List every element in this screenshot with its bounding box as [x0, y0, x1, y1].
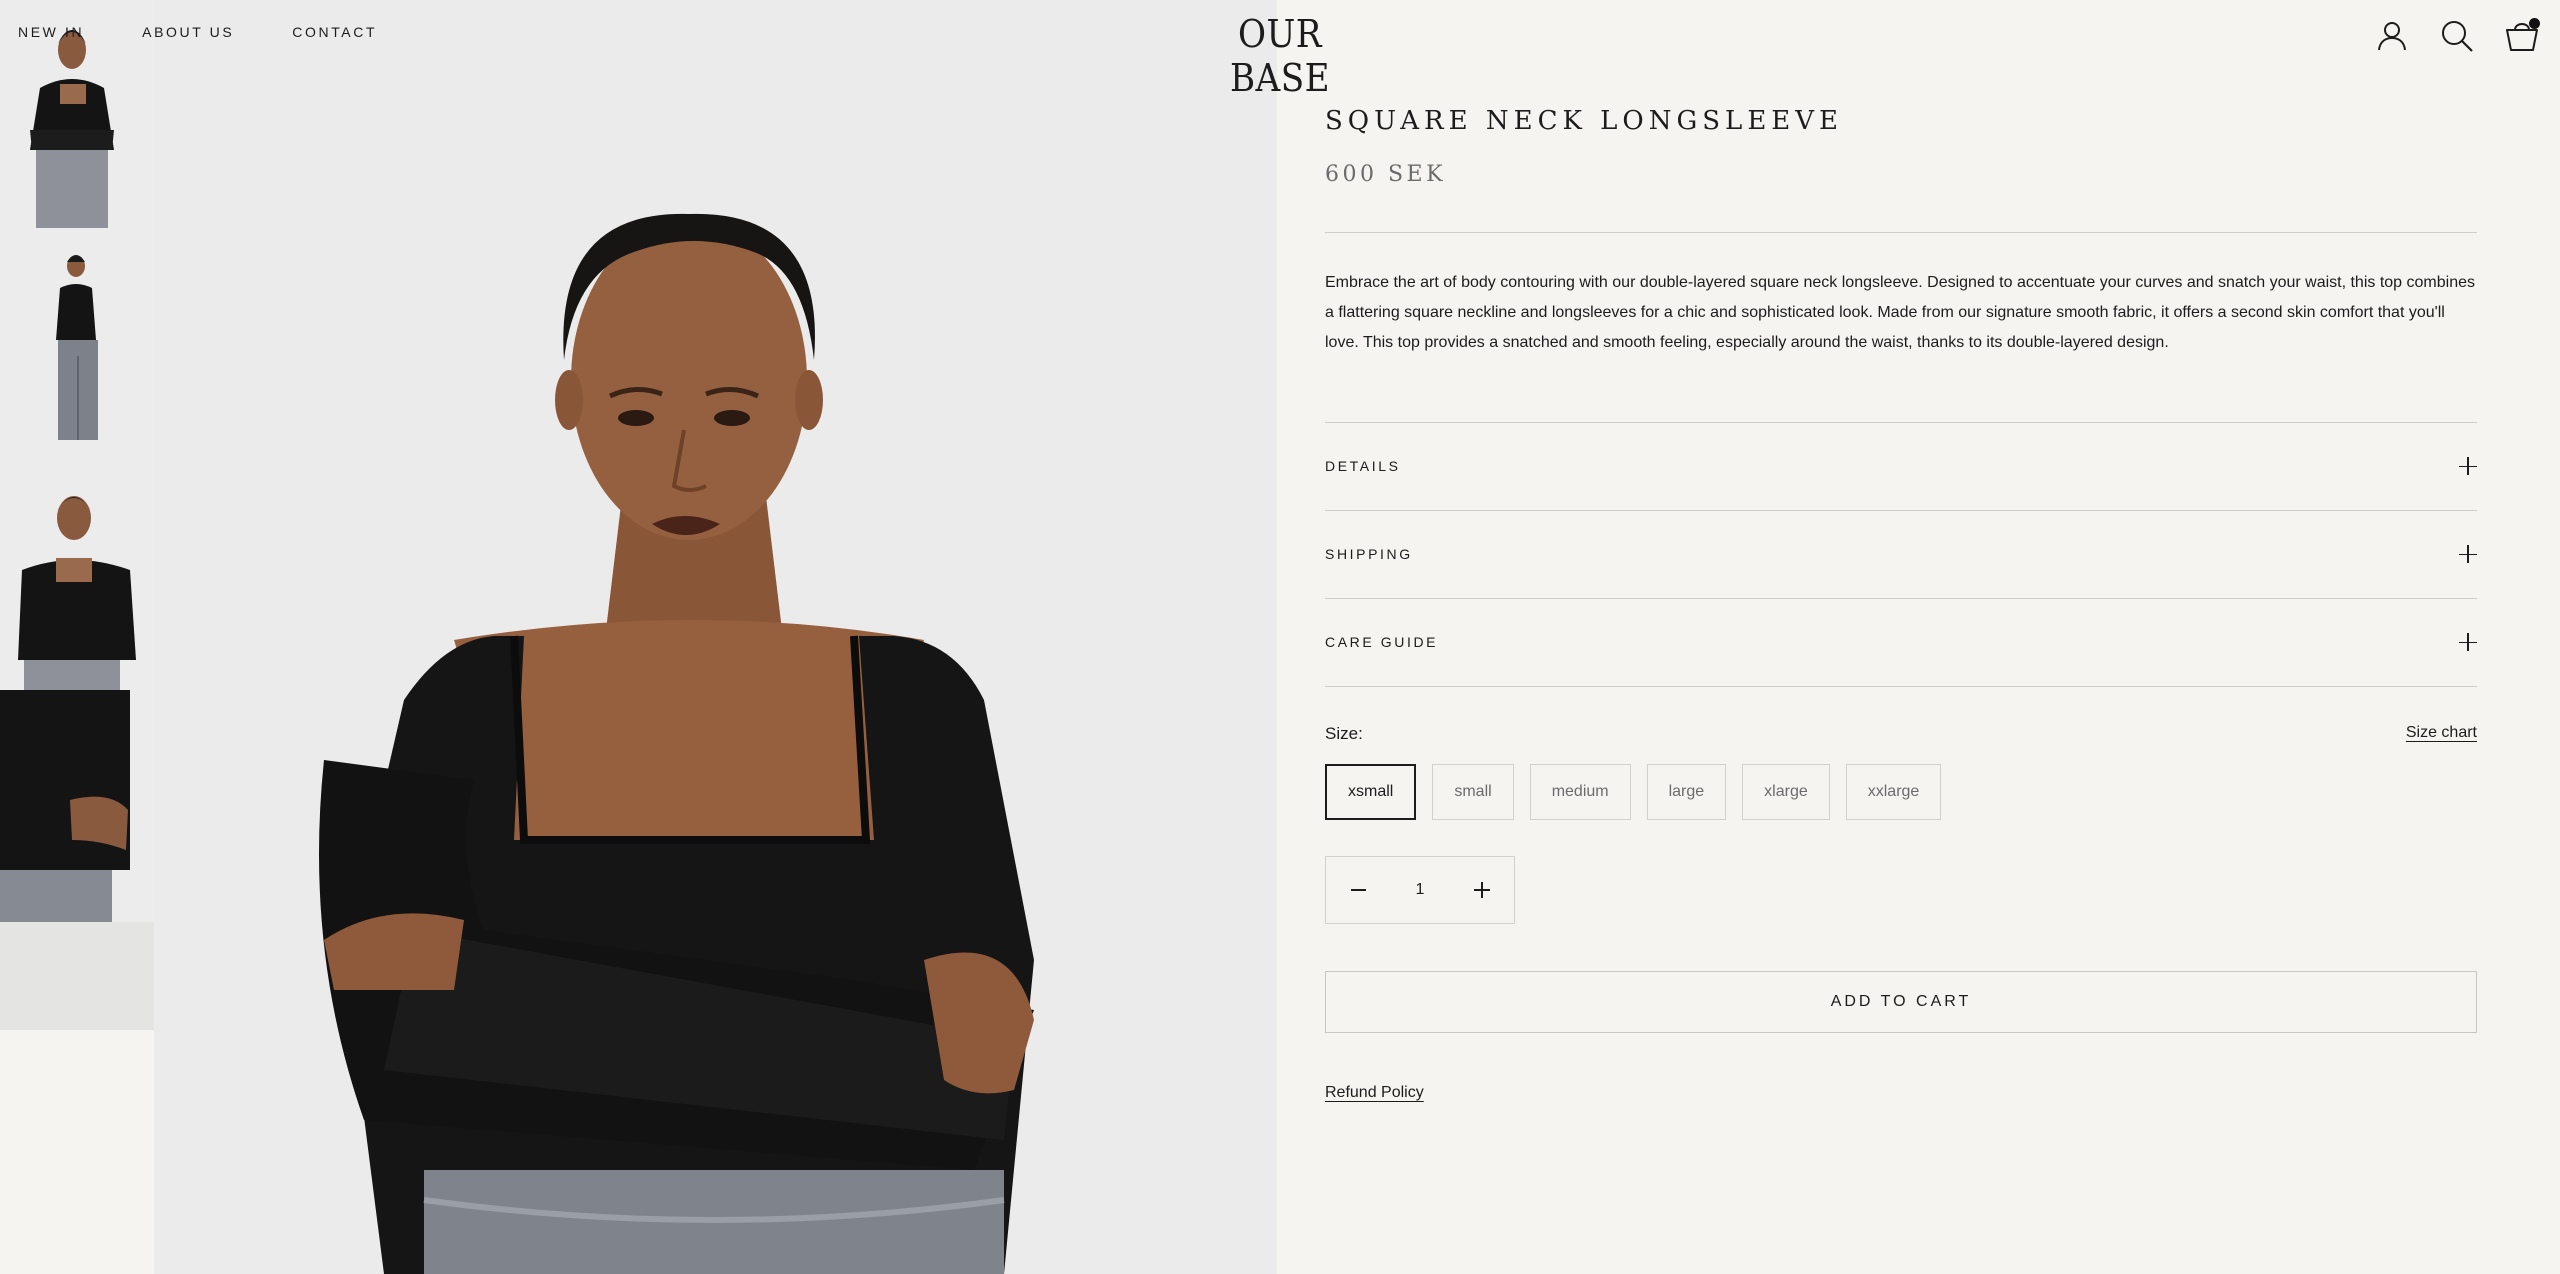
accordion-shipping-label: SHIPPING — [1325, 546, 1413, 562]
product-price: 600 SEK — [1325, 162, 1447, 187]
size-option-medium[interactable]: medium — [1529, 764, 1631, 820]
site-header: NEW IN ABOUT US CONTACT OUR BASE — [0, 0, 2560, 100]
thumbnail-5[interactable] — [0, 922, 154, 1030]
size-option-xxlarge[interactable]: xxlarge — [1845, 764, 1942, 820]
accordion-details[interactable]: DETAILS — [1325, 422, 2477, 510]
plus-icon[interactable] — [2459, 457, 2477, 475]
main-product-image[interactable] — [154, 0, 1277, 1274]
product-title: SQUARE NECK LONGSLEEVE — [1325, 106, 1844, 136]
account-icon[interactable] — [2374, 18, 2410, 54]
thumbnail-3-image — [0, 460, 154, 690]
cart-icon[interactable] — [2504, 18, 2540, 54]
product-info: SQUARE NECK LONGSLEEVE 600 SEK Embrace t… — [1325, 0, 2477, 1274]
size-option-xsmall[interactable]: xsmall — [1325, 764, 1417, 820]
refund-policy-link[interactable]: Refund Policy — [1325, 1084, 1424, 1102]
size-option-xlarge[interactable]: xlarge — [1742, 764, 1830, 820]
divider — [1325, 232, 2477, 233]
thumbnail-4[interactable] — [0, 690, 154, 922]
accordion-care-guide-label: CARE GUIDE — [1325, 634, 1439, 650]
quantity-input[interactable] — [1390, 881, 1450, 899]
main-nav: NEW IN ABOUT US CONTACT — [18, 24, 377, 40]
size-label: Size: — [1325, 724, 1363, 743]
quantity-stepper — [1325, 856, 1515, 924]
plus-icon[interactable] — [2459, 545, 2477, 563]
brand-logo[interactable]: OUR BASE — [1199, 12, 1361, 100]
nav-about-us[interactable]: ABOUT US — [142, 24, 234, 40]
header-icons — [2374, 18, 2540, 54]
nav-contact[interactable]: CONTACT — [292, 24, 377, 40]
search-icon[interactable] — [2439, 18, 2475, 54]
cart-badge-dot — [2529, 18, 2540, 29]
minus-icon[interactable] — [1326, 857, 1390, 923]
thumbnail-strip — [0, 0, 154, 1274]
size-option-large[interactable]: large — [1646, 764, 1727, 820]
size-option-small[interactable]: small — [1432, 764, 1514, 820]
plus-icon[interactable] — [2459, 633, 2477, 651]
thumbnail-4-image — [0, 690, 154, 922]
plus-icon[interactable] — [1450, 857, 1514, 923]
accordion-shipping[interactable]: SHIPPING — [1325, 510, 2477, 598]
thumbnail-2-image — [0, 228, 154, 460]
product-description: Embrace the art of body contouring with … — [1325, 274, 2475, 351]
accordion-details-label: DETAILS — [1325, 458, 1401, 474]
accordion-care-guide[interactable]: CARE GUIDE — [1325, 598, 2477, 686]
model-photo — [154, 0, 1277, 1274]
nav-new-in[interactable]: NEW IN — [18, 24, 84, 40]
thumbnail-3[interactable] — [0, 460, 154, 690]
size-chart-link[interactable]: Size chart — [2406, 724, 2477, 742]
divider — [1325, 686, 2477, 687]
add-to-cart-button[interactable]: ADD TO CART — [1325, 971, 2477, 1033]
size-options: xsmall small medium large xlarge xxlarge — [1325, 764, 1942, 820]
thumbnail-2[interactable] — [0, 228, 154, 460]
